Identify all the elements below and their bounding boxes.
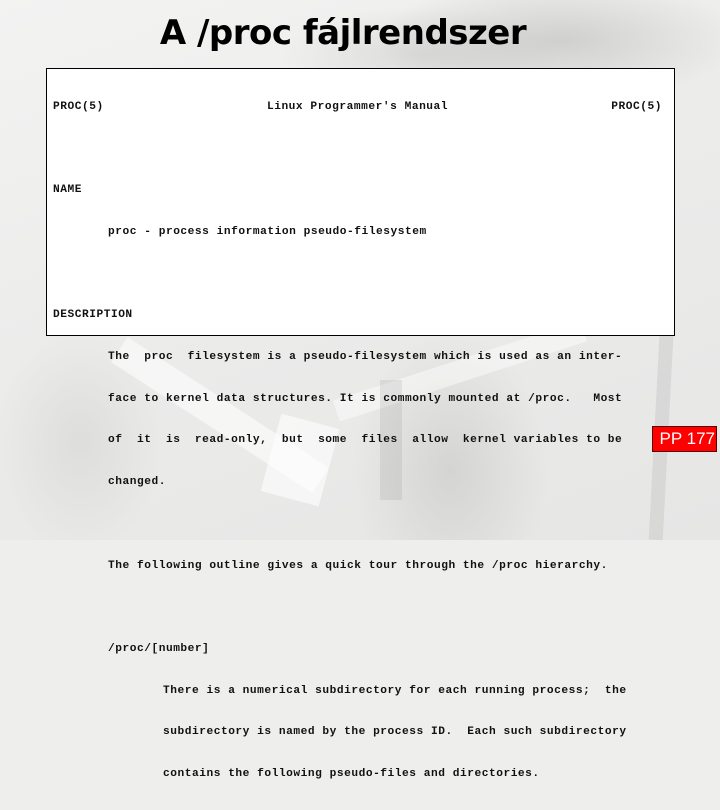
entry-line: subdirectory is named by the process ID.…	[163, 726, 627, 739]
section-heading-name: NAME	[53, 184, 82, 197]
slide-title: A /proc fájlrendszer	[159, 13, 527, 53]
description-line: changed.	[108, 476, 166, 489]
description-line: face to kernel data structures. It is co…	[108, 392, 623, 405]
manpage-header-right: PROC(5)	[611, 100, 662, 113]
section-heading-description: DESCRIPTION	[53, 309, 133, 322]
entry-line: There is a numerical subdirectory for ea…	[163, 684, 627, 697]
entry-line: contains the following pseudo-files and …	[163, 768, 540, 781]
manpage-text: PROC(5) Linux Programmer's Manual PROC(5…	[53, 73, 662, 810]
description-line: The proc filesystem is a pseudo-filesyst…	[108, 351, 623, 364]
description-line: of it is read-only, but some files allow…	[108, 434, 623, 447]
manpage-header-center: Linux Programmer's Manual	[266, 100, 449, 113]
page-reference-badge: PP 177	[652, 426, 717, 452]
outline-text: The following outline gives a quick tour…	[108, 559, 608, 572]
name-text: proc - process information pseudo-filesy…	[108, 225, 427, 238]
manpage-box: PROC(5) Linux Programmer's Manual PROC(5…	[46, 68, 675, 780]
entry-term: /proc/[number]	[108, 642, 210, 655]
manpage-header: PROC(5) Linux Programmer's Manual PROC(5…	[53, 101, 662, 115]
manpage-header-left: PROC(5)	[53, 100, 104, 113]
